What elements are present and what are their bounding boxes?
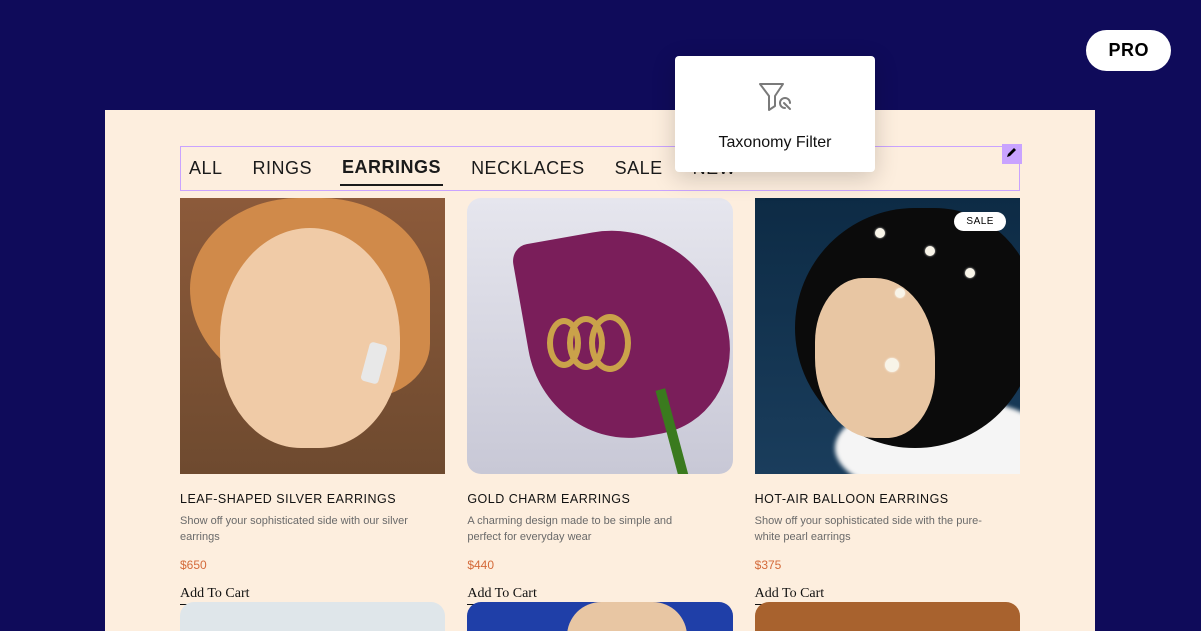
pencil-icon <box>1006 145 1018 163</box>
product-price: $440 <box>467 558 732 572</box>
product-title: HOT-AIR BALLOON EARRINGS <box>755 492 1020 506</box>
product-card <box>467 602 732 631</box>
category-nav: ALL RINGS EARRINGS NECKLACES SALE NEW <box>180 146 1020 191</box>
sale-badge: SALE <box>954 212 1006 231</box>
product-description: Show off your sophisticated side with th… <box>755 514 985 546</box>
taxonomy-filter-title: Taxonomy Filter <box>719 134 832 152</box>
nav-item-rings[interactable]: RINGS <box>251 152 315 185</box>
product-image[interactable]: SALE <box>755 198 1020 474</box>
product-image[interactable] <box>467 198 732 474</box>
product-grid-row-2 <box>180 602 1020 631</box>
storefront-preview: ALL RINGS EARRINGS NECKLACES SALE NEW LE… <box>105 110 1095 631</box>
product-card <box>755 602 1020 631</box>
product-card: SALE HOT-AIR BALLOON EARRINGS Show off y… <box>755 198 1020 605</box>
taxonomy-filter-card[interactable]: Taxonomy Filter <box>675 56 875 172</box>
product-grid: LEAF-SHAPED SILVER EARRINGS Show off you… <box>180 198 1020 605</box>
nav-item-all[interactable]: ALL <box>187 152 225 185</box>
product-card: LEAF-SHAPED SILVER EARRINGS Show off you… <box>180 198 445 605</box>
nav-item-necklaces[interactable]: NECKLACES <box>469 152 587 185</box>
product-image[interactable] <box>467 602 732 631</box>
nav-item-earrings[interactable]: EARRINGS <box>340 151 443 186</box>
product-price: $650 <box>180 558 445 572</box>
pro-badge: PRO <box>1086 30 1171 71</box>
product-image[interactable] <box>180 602 445 631</box>
nav-item-sale[interactable]: SALE <box>613 152 665 185</box>
product-description: Show off your sophisticated side with ou… <box>180 514 410 546</box>
filter-icon <box>757 80 793 116</box>
product-card: GOLD CHARM EARRINGS A charming design ma… <box>467 198 732 605</box>
edit-block-button[interactable] <box>1002 144 1022 164</box>
product-title: LEAF-SHAPED SILVER EARRINGS <box>180 492 445 506</box>
product-image[interactable] <box>180 198 445 474</box>
product-price: $375 <box>755 558 1020 572</box>
product-card <box>180 602 445 631</box>
product-image[interactable] <box>755 602 1020 631</box>
product-title: GOLD CHARM EARRINGS <box>467 492 732 506</box>
product-description: A charming design made to be simple and … <box>467 514 697 546</box>
